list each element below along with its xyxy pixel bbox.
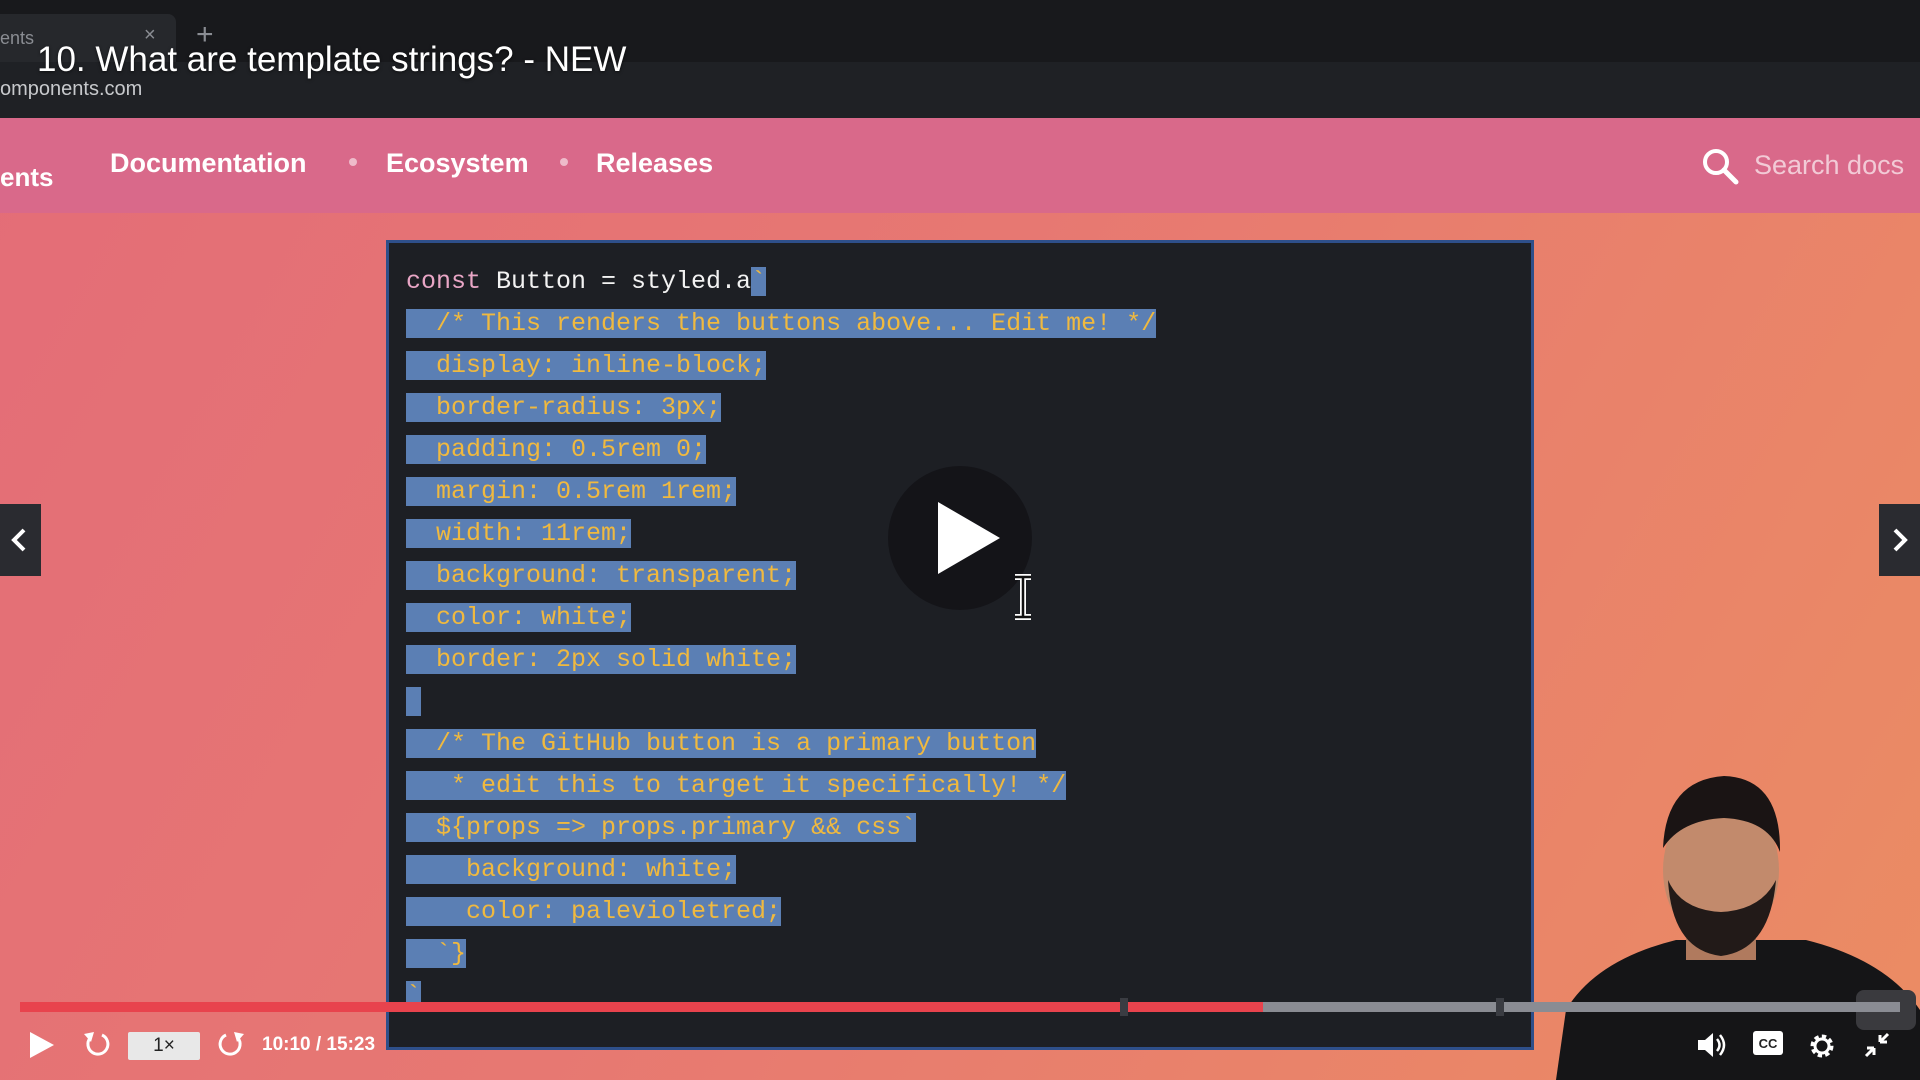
site-nav: ents Documentation Ecosystem Releases Se… [0, 118, 1920, 213]
next-lecture-button[interactable] [1879, 504, 1920, 576]
player-controls: 1× 10:10 / 15:23 CC [0, 1020, 1920, 1080]
code-line: /* This renders the buttons above... Edi… [406, 303, 1157, 345]
code-selection: ` [751, 267, 767, 296]
code-line: color: white; [406, 597, 1156, 639]
code-line: border-radius: 3px; [406, 387, 1156, 429]
code-selection: border-radius: 3px; [406, 393, 722, 422]
time-display: 10:10 / 15:23 [262, 1034, 376, 1055]
code-line: background: transparent; [406, 555, 1156, 597]
code-selection: width: 11rem; [406, 519, 632, 548]
code-line: border: 2px solid white; [406, 639, 1156, 681]
video-player[interactable]: ents × + omponents.com 10. What are temp… [0, 0, 1920, 1080]
tab-label: ents [0, 28, 35, 48]
chapter-marker[interactable] [1119, 998, 1128, 1016]
forward-icon[interactable] [216, 1030, 246, 1060]
captions-icon[interactable]: CC [1752, 1030, 1784, 1056]
progress-bar[interactable] [20, 998, 1900, 1016]
code-line: const Button = styled.a` [406, 261, 1156, 303]
play-icon [938, 502, 1000, 574]
code-editor[interactable]: const Button = styled.a` /* This renders… [386, 240, 1534, 1050]
code-line: background: white; [406, 849, 1156, 891]
code-line: * edit this to target it specifically! *… [406, 765, 1156, 807]
code-selection: border: 2px solid white; [406, 645, 797, 674]
nav-link-documentation[interactable]: Documentation [110, 148, 307, 179]
code-selection: * edit this to target it specifically! *… [406, 771, 1067, 800]
code-text: Button = styled.a [481, 267, 752, 296]
code-line: ${props => props.primary && css` [406, 807, 1156, 849]
playback-speed-button[interactable]: 1× [128, 1032, 200, 1060]
previous-lecture-button[interactable] [0, 504, 41, 576]
code-line: color: palevioletred; [406, 891, 1156, 933]
play-icon[interactable] [28, 1030, 56, 1060]
code-selection: display: inline-block; [406, 351, 767, 380]
text-cursor-icon [1015, 574, 1031, 620]
code-line: margin: 0.5rem 1rem; [406, 471, 1156, 513]
chapter-marker[interactable] [1495, 998, 1504, 1016]
rewind-icon[interactable] [82, 1030, 112, 1060]
nav-link-ecosystem[interactable]: Ecosystem [386, 148, 529, 179]
code-selection [406, 687, 422, 716]
nav-separator [560, 158, 568, 166]
code-selection: /* The GitHub button is a primary button [406, 729, 1037, 758]
svg-text:CC: CC [1759, 1036, 1778, 1051]
code-line: display: inline-block; [406, 345, 1156, 387]
search-icon[interactable] [1700, 146, 1740, 186]
code-selection: background: white; [406, 855, 737, 884]
chevron-left-icon [11, 528, 26, 552]
nav-separator [349, 158, 357, 166]
code-line [406, 681, 1156, 723]
code-selection: ${props => props.primary && css` [406, 813, 917, 842]
exit-fullscreen-icon[interactable] [1862, 1030, 1892, 1060]
code-line: padding: 0.5rem 0; [406, 429, 1156, 471]
code-selection: margin: 0.5rem 1rem; [406, 477, 737, 506]
search-input[interactable]: Search docs [1754, 150, 1904, 181]
code-selection: /* This renders the buttons above... Edi… [406, 309, 1157, 338]
code-line: width: 11rem; [406, 513, 1156, 555]
progress-played [20, 1002, 1263, 1012]
code-selection: padding: 0.5rem 0; [406, 435, 707, 464]
code-line: /* The GitHub button is a primary button [406, 723, 1156, 765]
address-bar-url[interactable]: omponents.com [0, 78, 142, 101]
nav-link-releases[interactable]: Releases [596, 148, 713, 179]
code-selection: `} [406, 939, 467, 968]
code-selection: color: palevioletred; [406, 897, 782, 926]
chevron-right-icon [1893, 528, 1908, 552]
code-selection: background: transparent; [406, 561, 797, 590]
nav-logo-text[interactable]: ents [0, 162, 53, 193]
gear-icon[interactable] [1806, 1030, 1838, 1062]
code-keyword: const [406, 267, 482, 296]
volume-icon[interactable] [1696, 1030, 1728, 1060]
code-line: `} [406, 933, 1156, 975]
video-title: 10. What are template strings? - NEW [37, 40, 627, 79]
big-play-button[interactable] [888, 466, 1032, 610]
code-block: const Button = styled.a` /* This renders… [406, 261, 1157, 1017]
code-selection: color: white; [406, 603, 632, 632]
